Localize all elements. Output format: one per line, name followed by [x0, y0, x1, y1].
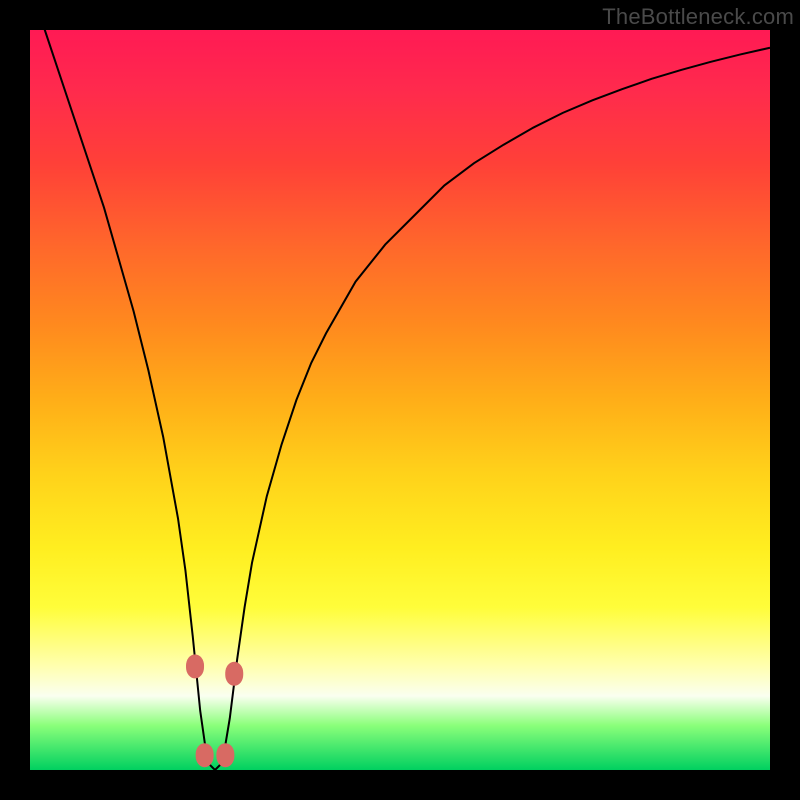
watermark-text: TheBottleneck.com	[602, 4, 794, 30]
curve-marker	[196, 743, 214, 767]
curve-markers	[186, 654, 243, 767]
curve-marker	[216, 743, 234, 767]
chart-frame: TheBottleneck.com	[0, 0, 800, 800]
curve-marker	[186, 654, 204, 678]
curve-marker	[225, 662, 243, 686]
plot-area	[30, 30, 770, 770]
bottleneck-curve-svg	[30, 30, 770, 770]
bottleneck-curve	[30, 0, 770, 770]
